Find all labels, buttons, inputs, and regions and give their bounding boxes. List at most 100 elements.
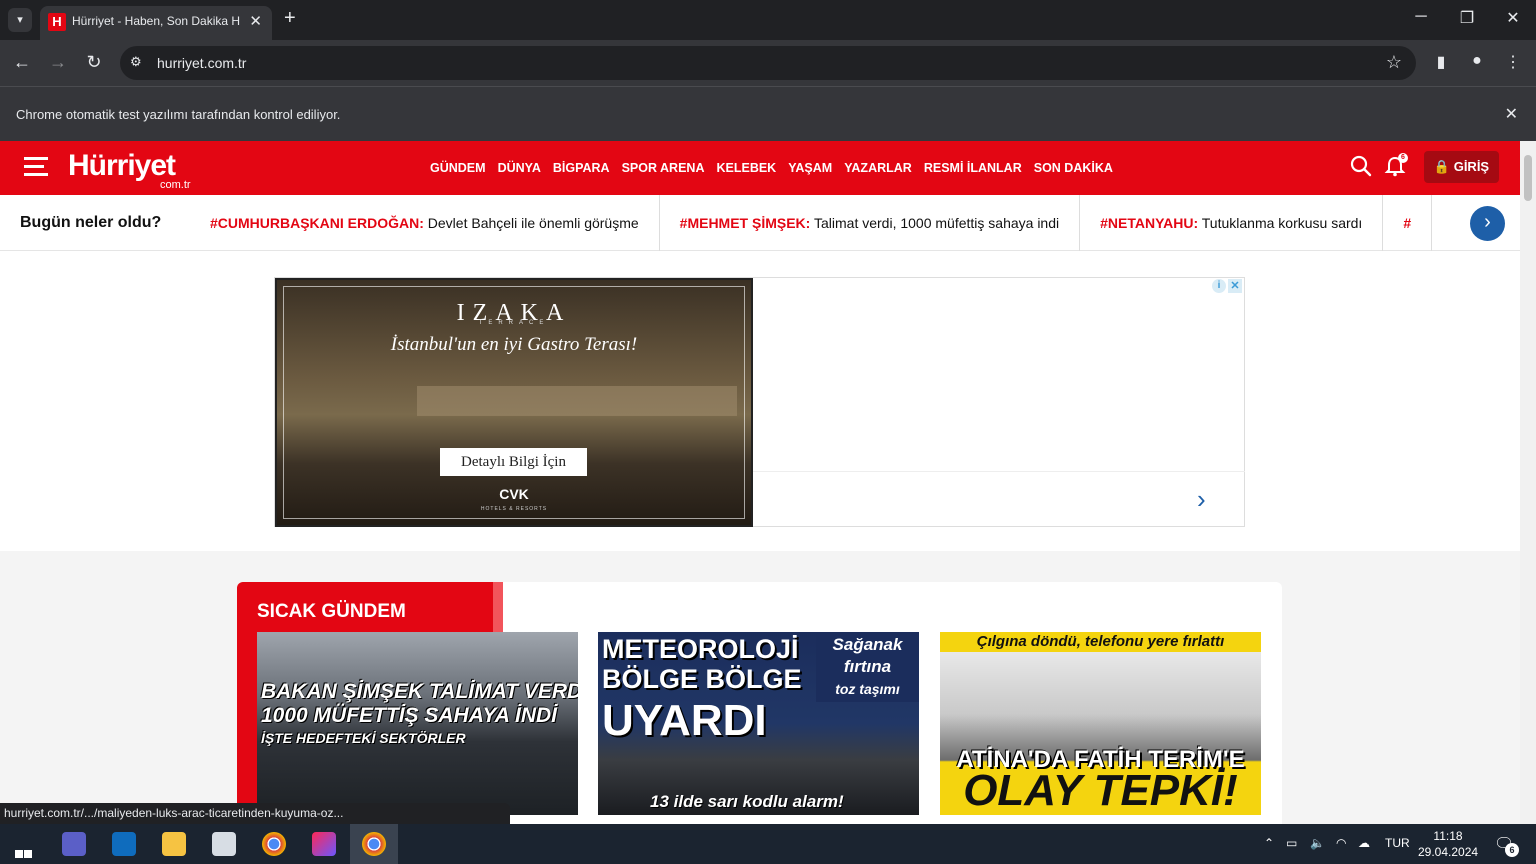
search-icon[interactable] <box>1350 155 1372 177</box>
hamburger-menu-icon[interactable] <box>24 157 48 177</box>
site-logo[interactable]: Hürriyet <box>68 149 176 183</box>
chrome-app[interactable] <box>250 824 298 864</box>
trending-next-arrow-icon[interactable]: › <box>1470 206 1505 241</box>
wifi-icon[interactable]: ◠ <box>1336 836 1346 850</box>
trending-tag: # <box>1403 215 1412 231</box>
chrome-icon <box>262 831 286 856</box>
nav-item-gundem[interactable]: GÜNDEM <box>430 161 486 175</box>
start-button[interactable] <box>0 824 48 864</box>
intellij-app[interactable] <box>300 824 348 864</box>
login-label: GİRİŞ <box>1453 159 1490 174</box>
hurriyet-favicon-icon: H <box>48 13 66 31</box>
file-explorer-app[interactable] <box>150 824 198 864</box>
news-card-headline-3: UYARDI <box>602 696 767 745</box>
trending-tag: #NETANYAHU: <box>1100 215 1199 231</box>
tab-search-chevron-icon[interactable]: ▾ <box>8 8 32 32</box>
nav-item-yasam[interactable]: YAŞAM <box>788 161 832 175</box>
automation-infobar: Chrome otomatik test yazılımı tarafından… <box>0 86 1536 141</box>
outlook-icon <box>112 831 136 856</box>
site-settings-icon[interactable]: ⚙ <box>130 54 142 70</box>
site-header: Hürriyet com.tr GÜNDEM DÜNYA BİGPARA SPO… <box>0 141 1520 195</box>
side-label-3: toz taşımı <box>835 681 900 697</box>
profile-icon[interactable]: ● <box>1465 52 1489 70</box>
advertisement[interactable]: IZAKA TERRACE İstanbul'un en iyi Gastro … <box>274 277 1245 527</box>
news-card-headline-1: METEOROLOJİ <box>602 634 799 664</box>
onedrive-cloud-icon[interactable]: ☁ <box>1358 836 1370 850</box>
nav-item-bigpara[interactable]: BİGPARA <box>553 161 610 175</box>
folder-icon <box>162 831 186 856</box>
chrome-app-active[interactable] <box>350 824 398 864</box>
ad-chevron-right-icon[interactable]: › <box>1197 484 1206 515</box>
ad-image[interactable]: IZAKA TERRACE İstanbul'un en iyi Gastro … <box>275 278 753 527</box>
bookmark-star-icon[interactable]: ☆ <box>1386 52 1402 73</box>
news-card[interactable]: METEOROLOJİ BÖLGE BÖLGE UYARDI Sağanak f… <box>598 632 919 815</box>
notification-bell-icon[interactable]: 6 <box>1384 153 1408 179</box>
input-language[interactable]: TUR <box>1385 836 1410 850</box>
nav-item-dunya[interactable]: DÜNYA <box>498 161 541 175</box>
battery-icon[interactable]: ▭ <box>1286 836 1297 850</box>
tray-chevron-icon[interactable]: ⌃ <box>1264 836 1274 850</box>
nav-item-kelebek[interactable]: KELEBEK <box>716 161 776 175</box>
news-card-top-caption: Çılgına döndü, telefonu yere fırlattı <box>940 632 1261 652</box>
reload-icon[interactable]: ↻ <box>82 52 106 73</box>
ad-divider <box>753 471 1245 472</box>
tab-title: Hürriyet - Haben, Son Dakika Haberler <box>72 14 240 28</box>
nav-item-spor-arena[interactable]: SPOR ARENA <box>622 161 705 175</box>
login-button[interactable]: 🔒 GİRİŞ <box>1424 151 1499 183</box>
address-url[interactable]: hurriyet.com.tr <box>157 55 246 71</box>
chrome-icon <box>362 831 386 856</box>
news-card-headline-3: İŞTE HEDEFTEKİ SEKTÖRLER <box>261 730 466 746</box>
window-close-icon[interactable]: ✕ <box>1498 8 1528 28</box>
windows-logo-icon <box>15 835 33 858</box>
nav-item-yazarlar[interactable]: YAZARLAR <box>844 161 912 175</box>
teams-app[interactable] <box>50 824 98 864</box>
trending-bar: Bugün neler oldu? #CUMHURBAŞKANI ERDOĞAN… <box>0 195 1520 251</box>
clock-date: 29.04.2024 <box>1418 845 1479 859</box>
ad-info-icon[interactable]: i <box>1212 279 1226 293</box>
news-card[interactable]: BAKAN ŞİMŞEK TALİMAT VERDİ 1000 MÜFETTİŞ… <box>257 632 578 815</box>
browser-tab[interactable]: H Hürriyet - Haben, Son Dakika Haberler … <box>40 6 272 40</box>
infobar-close-icon[interactable]: ✕ <box>1505 104 1518 124</box>
side-panel-icon[interactable]: ▮ <box>1429 52 1453 72</box>
ad-close-icon[interactable]: ✕ <box>1228 279 1242 293</box>
side-label-1: Sağanak <box>832 635 903 654</box>
trending-item[interactable]: #MEHMET ŞİMŞEK: Talimat verdi, 1000 müfe… <box>660 195 1081 251</box>
trending-item[interactable]: #CUMHURBAŞKANI ERDOĞAN: Devlet Bahçeli i… <box>190 195 660 251</box>
minimize-icon[interactable]: ─ <box>1406 8 1436 26</box>
address-bar[interactable]: ⚙ hurriyet.com.tr ☆ <box>120 46 1416 80</box>
side-label-2: fırtına <box>843 657 892 676</box>
trending-list: #CUMHURBAŞKANI ERDOĞAN: Devlet Bahçeli i… <box>190 195 1456 251</box>
back-arrow-icon[interactable]: ← <box>10 52 34 73</box>
infobar-message: Chrome otomatik test yazılımı tarafından… <box>16 107 341 122</box>
trending-tag: #CUMHURBAŞKANI ERDOĞAN: <box>210 215 424 231</box>
intellij-icon <box>312 831 336 856</box>
teams-icon <box>62 831 86 856</box>
trending-item[interactable]: #NETANYAHU: Tutuklanma korkusu sardı <box>1080 195 1384 251</box>
volume-icon[interactable]: 🔈 <box>1310 836 1325 850</box>
news-card-caption: 13 ilde sarı kodlu alarm! <box>650 792 844 811</box>
new-tab-plus-icon[interactable]: + <box>284 7 296 30</box>
scrollbar-thumb[interactable] <box>1524 155 1532 201</box>
trending-title: Bugün neler oldu? <box>20 214 162 231</box>
link-status-preview: hurriyet.com.tr/.../maliyeden-luks-arac-… <box>0 803 510 824</box>
nav-item-resmi-ilanlar[interactable]: RESMİ İLANLAR <box>924 161 1022 175</box>
trending-item[interactable]: # <box>1383 195 1433 251</box>
nav-item-son-dakika[interactable]: SON DAKİKA <box>1034 161 1113 175</box>
restore-icon[interactable]: ❐ <box>1452 8 1482 28</box>
page-scrollbar[interactable] <box>1520 141 1536 824</box>
windows-taskbar: ⌃ ▭ 🔈 ◠ ☁ TUR 11:18 29.04.2024 🗨 6 <box>0 824 1536 864</box>
forward-arrow-icon[interactable]: → <box>46 52 70 73</box>
hot-news-section: SICAK GÜNDEM BAKAN ŞİMŞEK TALİMAT VERDİ … <box>237 582 1282 824</box>
browser-toolbar: ← → ↻ ⚙ hurriyet.com.tr ☆ ▮ ● ⋮ <box>0 40 1536 86</box>
tab-close-icon[interactable]: ✕ <box>249 12 262 30</box>
menu-kebab-icon[interactable]: ⋮ <box>1501 52 1525 72</box>
ad-cta-button[interactable]: Detaylı Bilgi İçin <box>440 448 587 476</box>
taskbar-clock[interactable]: 11:18 29.04.2024 <box>1418 828 1478 860</box>
outlook-app[interactable] <box>100 824 148 864</box>
remote-desktop-app[interactable] <box>200 824 248 864</box>
news-card[interactable]: Çılgına döndü, telefonu yere fırlattı AT… <box>940 632 1261 815</box>
news-card-headline-2: OLAY TEPKİ! <box>963 766 1238 815</box>
clock-time: 11:18 <box>1433 829 1463 843</box>
news-card-side-label: Sağanak fırtına toz taşımı <box>816 632 919 702</box>
trending-text: Talimat verdi, 1000 müfettiş sahaya indi <box>813 215 1060 231</box>
